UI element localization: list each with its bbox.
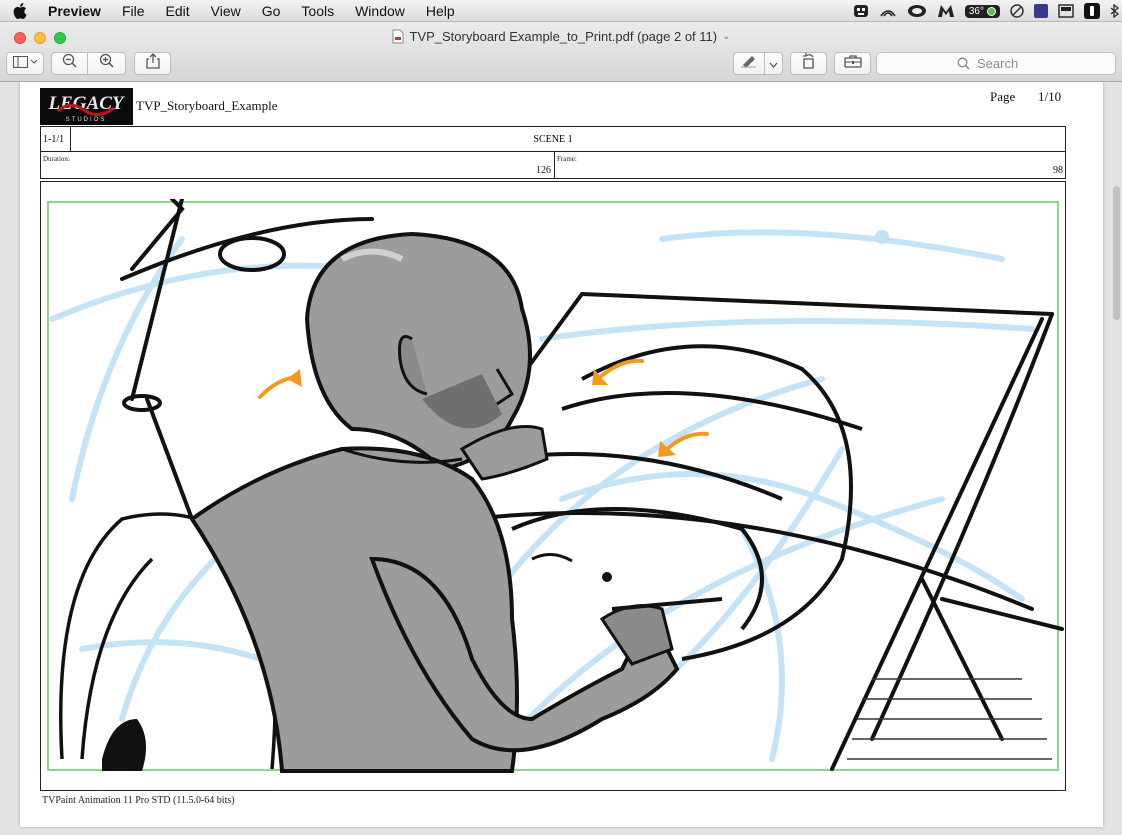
pen-icon (740, 54, 758, 73)
status-area: 36° (843, 0, 1122, 22)
pdf-document-icon[interactable] (392, 29, 404, 44)
shot-id: 1-1/1 (41, 127, 71, 151)
duration-cell: Duration: 126 (41, 152, 555, 178)
footer-software-credit: TVPaint Animation 11 Pro STD (11.5.0-64 … (42, 795, 235, 806)
legacy-studios-logo: LEGACY STUDIOS (40, 88, 133, 125)
creative-cloud-icon[interactable] (907, 4, 927, 18)
window-titlebar: TVP_Storyboard Example_to_Print.pdf (pag… (0, 22, 1122, 82)
sidebar-toggle-button[interactable] (6, 52, 44, 75)
search-input[interactable] (975, 55, 1035, 72)
menu-view[interactable]: View (211, 0, 241, 22)
temperature-badge[interactable]: 36° (964, 4, 1000, 18)
search-icon (957, 57, 970, 70)
menu-help[interactable]: Help (426, 0, 455, 22)
document-viewport[interactable]: LEGACY STUDIOS TVP_Storyboard_Example Pa… (0, 82, 1122, 835)
window-icon[interactable] (1058, 4, 1074, 18)
window-title-text[interactable]: TVP_Storyboard Example_to_Print.pdf (pag… (410, 29, 718, 44)
timing-info-row: Duration: 126 Frame: 98 (40, 152, 1066, 179)
highlight-menu-button[interactable] (765, 52, 783, 75)
storyboard-panel (40, 181, 1066, 791)
duration-label: Duration: (43, 155, 70, 163)
share-icon (145, 53, 160, 74)
zoom-in-button[interactable] (88, 52, 126, 75)
menu-bar: Preview File Edit View Go Tools Window H… (0, 0, 1122, 22)
apple-menu-icon[interactable] (13, 2, 33, 19)
share-button[interactable] (134, 52, 171, 75)
markup-toolbar-button[interactable] (834, 52, 871, 75)
temperature-value: 36° (968, 5, 984, 17)
frame-label: Frame: (557, 155, 577, 163)
menu-file[interactable]: File (122, 0, 145, 22)
menu-tools[interactable]: Tools (301, 0, 334, 22)
pdf-page: LEGACY STUDIOS TVP_Storyboard_Example Pa… (20, 82, 1103, 827)
duration-value: 126 (536, 165, 551, 176)
square-app-icon[interactable] (1034, 4, 1048, 18)
menu-go[interactable]: Go (262, 0, 281, 22)
pen-circle-icon[interactable] (1010, 4, 1024, 18)
storyboard-sketch-image (42, 199, 1064, 773)
highlight-button[interactable] (733, 52, 765, 75)
robot-icon[interactable] (853, 4, 869, 18)
rotate-icon (800, 53, 818, 74)
zoom-out-icon (62, 53, 78, 74)
menu-window[interactable]: Window (355, 0, 405, 22)
frame-cell: Frame: 98 (555, 152, 1066, 178)
scene-header-row: SCENE 1 1-1/1 (40, 126, 1066, 152)
signal-icon[interactable] (879, 4, 897, 18)
scene-title: SCENE 1 (533, 134, 573, 145)
rotate-button[interactable] (790, 52, 827, 75)
frame-value: 98 (1053, 165, 1063, 176)
sidebar-icon (13, 55, 38, 73)
page-number: 1/10 (1038, 89, 1062, 104)
zoom-out-button[interactable] (51, 52, 88, 75)
zoom-in-icon (99, 53, 115, 74)
storyboard-name: TVP_Storyboard_Example (136, 98, 278, 113)
title-chevron-icon[interactable]: ⌄ (722, 31, 730, 42)
logo-subtext: STUDIOS (66, 117, 107, 123)
vertical-scrollbar[interactable] (1113, 186, 1120, 320)
toolbox-icon (843, 54, 862, 73)
search-field[interactable] (876, 52, 1116, 75)
bluetooth-icon[interactable] (1110, 4, 1120, 18)
page-label: Page (990, 89, 1016, 104)
menu-preview[interactable]: Preview (48, 0, 101, 22)
chevron-down-icon (769, 55, 778, 73)
window-title: TVP_Storyboard Example_to_Print.pdf (pag… (0, 29, 1122, 44)
password-app-icon[interactable] (1084, 3, 1100, 19)
menu-edit[interactable]: Edit (166, 0, 190, 22)
malwarebytes-icon[interactable] (937, 4, 955, 18)
